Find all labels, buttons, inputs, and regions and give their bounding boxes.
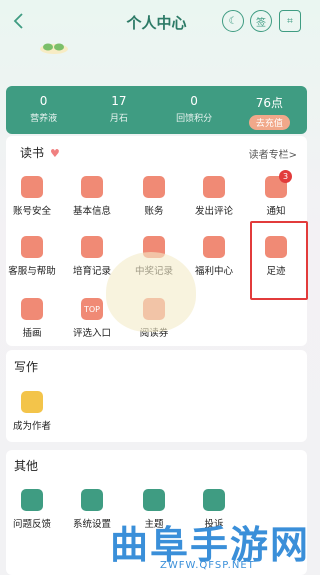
lock-icon [21, 176, 43, 198]
shield-icon [203, 489, 225, 511]
sign-in-button[interactable]: 签 [250, 10, 272, 32]
stat-points[interactable]: 0 回馈积分 [157, 86, 232, 134]
menu-item-label: 插画 [22, 328, 42, 339]
shirt-icon [143, 489, 165, 511]
question-icon [21, 489, 43, 511]
sprout-icon [81, 236, 103, 258]
top-icon: TOP [81, 298, 103, 320]
menu-item[interactable]: 账号安全 [2, 176, 62, 217]
stat-moonstone[interactable]: 17 月石 [81, 86, 156, 134]
menu-item[interactable]: 发出评论 [184, 176, 244, 217]
stats-bar: 0 营养液 17 月石 0 回馈积分 76点 去充值 [6, 86, 307, 134]
stat-balance[interactable]: 76点 去充值 [232, 86, 307, 134]
menu-item[interactable]: 问题反馈 [2, 489, 62, 530]
night-mode-icon[interactable]: ☾ [222, 10, 244, 32]
person-icon [81, 176, 103, 198]
writing-title: 写作 [14, 360, 39, 374]
money-bag-icon [143, 176, 165, 198]
menu-item[interactable]: 账务 [124, 176, 184, 217]
menu-item[interactable]: 3 通知 [246, 170, 306, 217]
stat-nutrient[interactable]: 0 营养液 [6, 86, 81, 134]
footprint-highlight-box [250, 221, 308, 300]
menu-item-label: 账务 [144, 206, 164, 217]
menu-item-label: 客服与帮助 [8, 266, 56, 277]
menu-item-label: 福利中心 [194, 266, 233, 277]
menu-item-label: 账号安全 [12, 206, 51, 217]
menu-item[interactable]: 成为作者 [2, 391, 62, 432]
watermark-url: ZWFW.QFSP.NET [160, 560, 255, 571]
menu-item-label: 基本信息 [72, 206, 111, 217]
menu-item-label: 通知 [266, 206, 286, 217]
mail-icon [203, 176, 225, 198]
menu-item[interactable]: 福利中心 [184, 236, 244, 277]
pen-icon [21, 391, 43, 413]
other-title: 其他 [14, 459, 39, 473]
picture-icon [21, 298, 43, 320]
scan-icon[interactable]: ⌗ [279, 10, 301, 32]
mascot-image [106, 252, 196, 332]
menu-item[interactable]: 客服与帮助 [2, 236, 62, 277]
menu-item[interactable]: 基本信息 [62, 176, 122, 217]
menu-item-label: 评选入口 [72, 328, 111, 339]
menu-item-label: 问题反馈 [12, 519, 51, 530]
avatar-decoration [40, 43, 68, 54]
menu-item-label: 成为作者 [12, 421, 51, 432]
help-icon [21, 236, 43, 258]
menu-item[interactable]: 插画 [2, 298, 62, 339]
recharge-button[interactable]: 去充值 [248, 115, 290, 130]
coin-icon [203, 236, 225, 258]
top-bar: 个人中心 ☾ 签 ⌗ [0, 0, 313, 44]
notification-badge: 3 [279, 170, 292, 183]
menu-item-label: 发出评论 [194, 206, 233, 217]
heart-icon: ♥ [50, 147, 60, 160]
gear-icon [81, 489, 103, 511]
reading-title: 读书 [20, 146, 45, 160]
reader-column-link[interactable]: 读者专栏> [249, 146, 297, 161]
